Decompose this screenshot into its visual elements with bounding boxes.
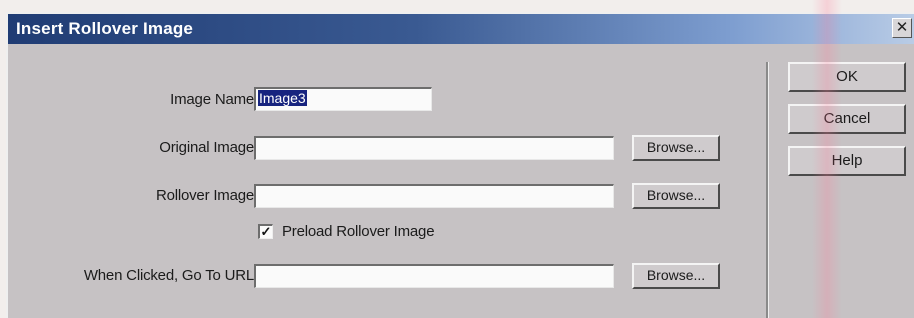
original-image-label: Original Image:: [159, 139, 258, 156]
url-label: When Clicked, Go To URL:: [83, 267, 258, 284]
title-bar[interactable]: Insert Rollover Image ✕: [8, 14, 914, 44]
close-icon[interactable]: ✕: [892, 18, 912, 38]
insert-rollover-image-dialog: Insert Rollover Image ✕ Image Name: Imag…: [6, 12, 914, 318]
window-title: Insert Rollover Image: [16, 19, 194, 38]
cancel-button[interactable]: Cancel: [788, 104, 906, 134]
original-image-field[interactable]: [254, 136, 614, 160]
preload-label: Preload Rollover Image: [282, 223, 435, 240]
image-name-field[interactable]: Image3: [254, 87, 432, 111]
rollover-image-field[interactable]: [254, 184, 614, 208]
original-image-browse-button[interactable]: Browse...: [632, 135, 720, 161]
image-name-value: Image3: [258, 90, 307, 106]
vertical-separator: [766, 62, 769, 318]
url-field[interactable]: [254, 264, 614, 288]
rollover-image-label: Rollover Image:: [155, 187, 258, 204]
rollover-image-browse-button[interactable]: Browse...: [632, 183, 720, 209]
ok-button[interactable]: OK: [788, 62, 906, 92]
image-name-label: Image Name:: [170, 91, 258, 108]
preload-checkbox[interactable]: ✓: [258, 224, 273, 239]
help-button[interactable]: Help: [788, 146, 906, 176]
url-browse-button[interactable]: Browse...: [632, 263, 720, 289]
